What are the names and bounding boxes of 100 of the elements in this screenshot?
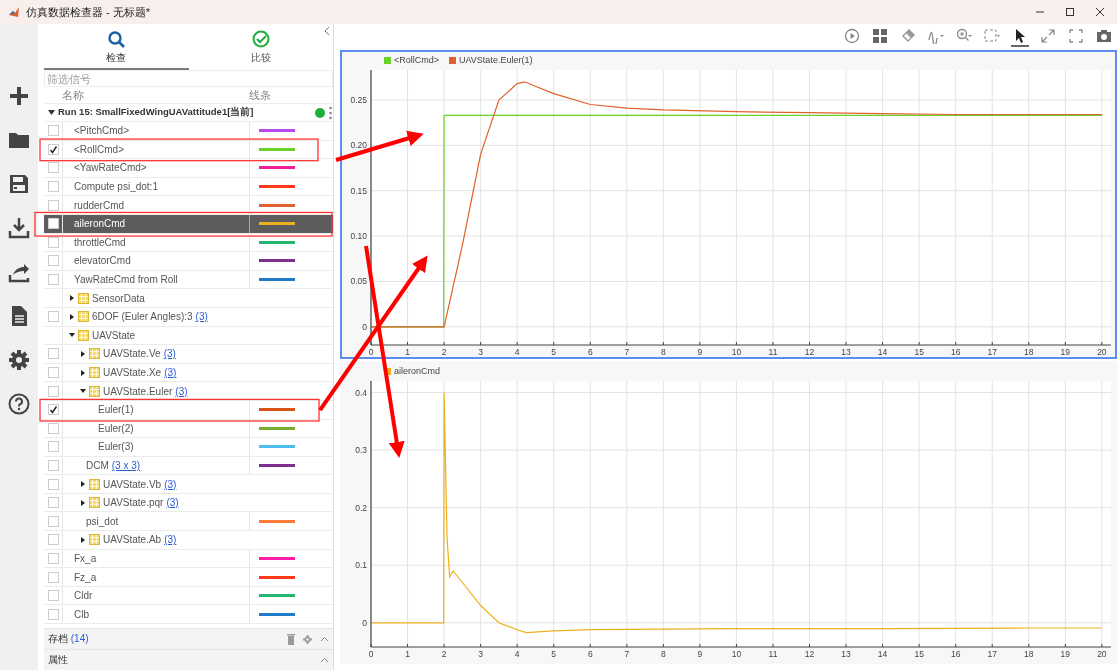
signal-name: Euler(2)	[98, 422, 134, 434]
filter-field[interactable]: 筛选信号	[44, 70, 333, 87]
count-link[interactable]: (3)	[195, 311, 208, 323]
signal-name: <YawRateCmd>	[74, 162, 147, 174]
run-title: Run 15: SmallFixedWingUAVattitude1[当前]	[58, 106, 255, 119]
x-tick-label: 19	[1060, 649, 1071, 659]
tree-row[interactable]: Clb	[44, 605, 333, 625]
signal-name: Fx_a	[74, 552, 97, 564]
signal-name: YawRateCmd from Roll	[74, 274, 178, 286]
x-tick-label: 18	[1024, 347, 1034, 357]
tree-row[interactable]: psi_dot	[44, 512, 333, 532]
signal-name: DCM	[86, 460, 109, 471]
signal-name: Euler(1)	[98, 404, 134, 416]
x-tick-label: 15	[914, 347, 924, 357]
x-tick-label: 12	[804, 347, 815, 357]
x-tick-label: 16	[950, 649, 961, 659]
window-title: 仿真数据检查器 - 无标题*	[26, 4, 152, 20]
legend-item: aileronCmd	[384, 366, 441, 376]
count-link[interactable]: (3)	[166, 497, 179, 509]
x-tick-label: 11	[768, 649, 778, 659]
x-tick-label: 5	[551, 649, 557, 659]
column-header[interactable]: 名称	[62, 89, 249, 103]
signal-name: UAVState	[92, 329, 136, 341]
tree-row[interactable]: elevatorCmd	[44, 252, 333, 271]
x-tick-label: 2	[441, 347, 447, 357]
tree-row[interactable]: UAVState.Ab (3)	[44, 531, 333, 550]
x-tick-label: 10	[731, 347, 742, 357]
plot-panel[interactable]: aileronCmd 0 1 2 3 4 5 6 7 8 9 10 11 12 13 14 15 16 17 18 19 20 0 0.1 0.2 0.3 0.4	[340, 361, 1117, 664]
x-tick-label: 11	[768, 347, 778, 357]
signal-name: UAVState.Xe	[103, 367, 162, 378]
x-tick-label: 0	[368, 649, 374, 659]
tree-row[interactable]: UAVState.Vb (3)	[44, 475, 333, 494]
y-tick-label: 0.10	[350, 231, 367, 242]
signal-name: UAVState.Vb	[103, 478, 162, 490]
properties-label: 属性	[48, 653, 69, 667]
tree-row[interactable]: SensorData	[44, 289, 333, 308]
x-tick-label: 7	[624, 649, 630, 659]
tree-row[interactable]: Euler(3)	[44, 438, 333, 457]
x-tick-label: 9	[697, 649, 703, 659]
tab[interactable]: 比较	[188, 24, 333, 70]
signal-name: Clb	[74, 608, 89, 620]
count-link[interactable]: (3)	[164, 534, 177, 546]
x-tick-label: 20	[1097, 649, 1107, 659]
tree-row[interactable]: UAVState.Ve (3)	[44, 345, 333, 364]
plot-panel[interactable]: <RollCmd> UAVState.Euler(1) 0 1 2 3 4 5 6 7 8 9 10 11 12 13 14 15 16 17 18 19 20 0 0.05 0.10 0.15 0.20 0.25	[340, 50, 1117, 359]
count-link[interactable]: (3)	[163, 348, 176, 360]
archive-label: 存档 (14)	[48, 632, 90, 646]
signal-name: rudderCmd	[74, 199, 125, 211]
signal-name: psi_dot	[86, 515, 119, 527]
x-tick-label: 5	[551, 347, 557, 357]
tree-row[interactable]: Fz_a	[44, 568, 333, 587]
x-tick-label: 3	[478, 347, 483, 357]
signal-name: 6DOF (Euler Angles):3	[92, 311, 193, 323]
y-tick-label: 0.15	[350, 185, 367, 196]
x-tick-label: 20	[1097, 347, 1107, 357]
signal-name: <PitchCmd>	[74, 125, 130, 137]
signal-name: aileronCmd	[74, 218, 126, 230]
signal-name: <RollCmd>	[74, 143, 125, 155]
tree-row[interactable]: UAVState.Euler (3)	[44, 382, 333, 401]
count-link[interactable]: (3)	[164, 367, 177, 378]
signal-name: elevatorCmd	[74, 255, 131, 267]
x-tick-label: 1	[405, 649, 410, 659]
signal-name: UAVState.Euler	[103, 385, 173, 397]
y-tick-label: 0.3	[355, 445, 367, 456]
x-tick-label: 12	[804, 649, 815, 659]
signal-name: throttleCmd	[74, 236, 126, 248]
legend-item: UAVState.Euler(1)	[449, 55, 533, 65]
x-tick-label: 7	[624, 347, 630, 357]
signal-name: UAVState.Ab	[103, 534, 162, 546]
x-tick-label: 14	[877, 649, 888, 659]
count-link[interactable]: (3 x 3)	[111, 460, 141, 471]
column-header[interactable]: 线条	[249, 89, 271, 103]
y-tick-label: 0.05	[350, 276, 367, 287]
x-tick-label: 4	[514, 347, 520, 357]
y-tick-label: 0	[362, 617, 367, 628]
y-tick-label: 0.25	[350, 94, 367, 105]
signal-name: Compute psi_dot:1	[74, 181, 158, 193]
signal-name: UAVState.Ve	[103, 348, 161, 360]
signal-name: UAVState.pqr	[103, 497, 164, 509]
signal-name: Fz_a	[74, 571, 97, 583]
y-tick-label: 0.4	[355, 387, 367, 398]
signal-name: Cldr	[74, 590, 93, 602]
x-tick-label: 8	[661, 347, 666, 357]
x-tick-label: 13	[841, 347, 851, 357]
count-link[interactable]: (3)	[175, 385, 188, 397]
y-tick-label: 0.20	[350, 140, 367, 151]
x-tick-label: 17	[987, 649, 997, 659]
tree-row[interactable]: <YawRateCmd>	[44, 159, 333, 178]
x-tick-label: 19	[1060, 347, 1071, 357]
x-tick-label: 18	[1024, 649, 1034, 659]
x-tick-label: 2	[441, 649, 447, 659]
count-link[interactable]: (3)	[164, 478, 177, 490]
signal-name: Euler(3)	[98, 441, 134, 453]
x-tick-label: 6	[587, 347, 593, 357]
tree-row[interactable]: <PitchCmd>	[44, 122, 333, 141]
x-tick-label: 0	[368, 347, 374, 357]
x-tick-label: 15	[914, 649, 924, 659]
x-tick-label: 3	[478, 649, 483, 659]
signal-name: SensorData	[92, 292, 145, 304]
x-tick-label: 8	[661, 649, 666, 659]
